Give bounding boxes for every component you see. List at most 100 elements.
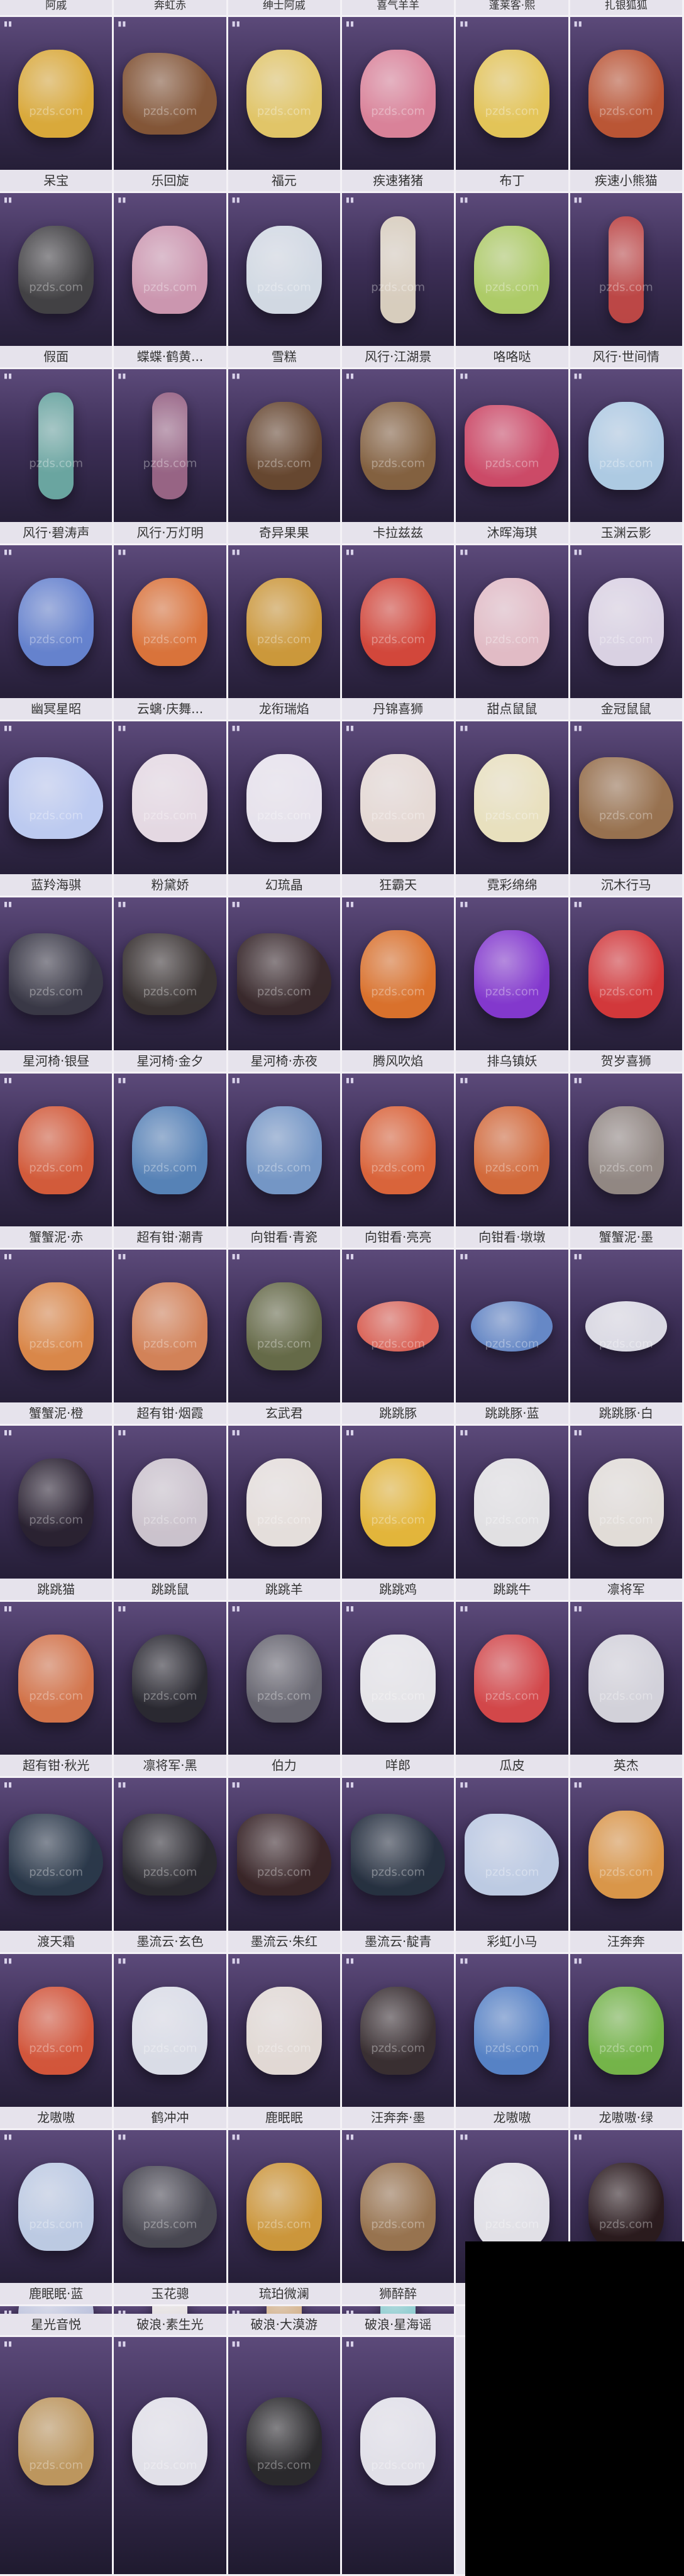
pink-butterfly-icon — [132, 225, 208, 314]
item-card[interactable]: ▮▮ pzds.com 星河椅·赤夜 — [228, 897, 342, 1074]
item-card[interactable]: ▮▮pzds.com破浪·星海谣 — [341, 2306, 456, 2337]
item-card[interactable]: ▮▮ pzds.com 英杰 — [570, 1602, 684, 1778]
item-card[interactable]: ▮▮ pzds.com 跳跳鸡 — [341, 1426, 456, 1602]
top-item-card[interactable]: 绅士阿戚 — [228, 0, 342, 17]
item-card[interactable]: ▮▮ pzds.com 超有钳·秋光 — [0, 1602, 114, 1778]
item-card[interactable]: ▮▮ pzds.com 霓彩绵绵 — [456, 721, 570, 897]
item-card[interactable]: ▮▮ pzds.com 狮醉醉 — [341, 2130, 456, 2306]
watermark-text: pzds.com — [598, 633, 653, 647]
item-card[interactable]: ▮▮ pzds.com 玉花骢 — [114, 2130, 228, 2306]
rarity-mark-icon: ▮▮ — [4, 1428, 13, 1436]
item-card[interactable]: ▮▮ pzds.com 玉渊云影 — [570, 369, 684, 545]
item-card[interactable]: ▮▮ pzds.com 丹锦喜狮 — [341, 545, 456, 721]
item-card[interactable]: ▮▮ pzds.com 贺岁喜狮 — [570, 897, 684, 1074]
item-card[interactable]: ▮▮ pzds.com 沐晖海琪 — [456, 369, 570, 545]
item-card[interactable]: ▮▮ pzds.com 鹿眠眠·蓝 — [0, 2130, 114, 2306]
item-card[interactable]: ▮▮ pzds.com 疾速小熊猫 — [570, 17, 684, 193]
top-item-card[interactable]: 喜气羊羊 — [341, 0, 456, 17]
item-card[interactable]: ▮▮pzds.com破浪·素生光 — [114, 2306, 228, 2337]
item-name-label: 阿戚 — [0, 0, 113, 15]
item-card[interactable]: ▮▮ pzds.com 鹤冲冲 — [114, 1954, 228, 2130]
top-item-card[interactable]: 阿戚 — [0, 0, 114, 17]
item-card[interactable]: ▮▮ pzds.com 乐回旋 — [114, 17, 228, 193]
item-card[interactable]: ▮▮ pzds.com 墨流云·靛青 — [341, 1778, 456, 1954]
item-card[interactable]: ▮▮ pzds.com 凛将军·黑 — [114, 1602, 228, 1778]
item-card[interactable]: ▮▮ pzds.com 琉珀微澜 — [228, 2130, 342, 2306]
item-card[interactable]: ▮▮ pzds.com 呆宝 — [0, 17, 114, 193]
item-card[interactable]: ▮▮ pzds.com 伯力 — [228, 1602, 342, 1778]
item-card[interactable]: ▮▮ pzds.com 幽冥星昭 — [0, 545, 114, 721]
item-card[interactable]: ▮▮ pzds.com 鹿眠眠 — [228, 1954, 342, 2130]
item-card[interactable]: ▮▮ pzds.com 蟹蟹泥·赤 — [0, 1074, 114, 1250]
item-card[interactable]: ▮▮ pzds.com 彩虹小马 — [456, 1778, 570, 1954]
item-card[interactable]: ▮▮ pzds.com 奇异果果 — [228, 369, 342, 545]
item-card[interactable]: ▮▮ pzds.com 风行·世间情 — [570, 193, 684, 369]
item-card[interactable]: ▮▮ pzds.com 龙嗷嗷·绿 — [570, 1954, 684, 2130]
item-card[interactable]: ▮▮ pzds.com 汪奔奔 — [570, 1778, 684, 1954]
item-card[interactable]: ▮▮ pzds.com 风行·万灯明 — [114, 369, 228, 545]
top-item-card[interactable]: 蓬莱客·熙 — [456, 0, 570, 17]
item-card[interactable]: ▮▮ pzds.com 假面 — [0, 193, 114, 369]
item-card[interactable]: ▮▮ pzds.com 疾速猪猪 — [341, 17, 456, 193]
item-card[interactable]: ▮▮ pzds.com 渡天霜 — [0, 1778, 114, 1954]
item-card[interactable]: ▮▮ pzds.com — [228, 2337, 342, 2576]
item-card[interactable]: ▮▮ pzds.com 星河椅·银昼 — [0, 897, 114, 1074]
item-card[interactable]: ▮▮ pzds.com 玄武君 — [228, 1250, 342, 1426]
item-card[interactable]: ▮▮ pzds.com 金冠鼠鼠 — [570, 545, 684, 721]
item-card[interactable]: ▮▮ pzds.com — [341, 2337, 456, 2576]
item-card[interactable]: ▮▮ pzds.com 雪糕 — [228, 193, 342, 369]
item-card[interactable]: ▮▮ pzds.com 咯咯哒 — [456, 193, 570, 369]
item-card[interactable]: ▮▮ pzds.com 墨流云·玄色 — [114, 1778, 228, 1954]
item-card[interactable]: ▮▮ pzds.com 狂霸天 — [341, 721, 456, 897]
top-item-card[interactable]: 奔虹赤 — [114, 0, 228, 17]
item-card[interactable]: ▮▮ pzds.com 向钳看·墩墩 — [456, 1074, 570, 1250]
item-card[interactable]: ▮▮ pzds.com 咩郎 — [341, 1602, 456, 1778]
item-card[interactable]: ▮▮ pzds.com 甜点鼠鼠 — [456, 545, 570, 721]
item-card[interactable]: ▮▮ pzds.com 蟹蟹泥·橙 — [0, 1250, 114, 1426]
item-card[interactable]: ▮▮ pzds.com 瓜皮 — [456, 1602, 570, 1778]
item-card[interactable]: ▮▮ pzds.com 龙嗷嗷 — [0, 1954, 114, 2130]
crab-icon — [360, 1106, 436, 1194]
item-card[interactable]: ▮▮ pzds.com 超有钳·烟霞 — [114, 1250, 228, 1426]
item-card[interactable]: ▮▮ pzds.com 跳跳牛 — [456, 1426, 570, 1602]
item-card[interactable]: ▮▮pzds.com破浪·大漠游 — [228, 2306, 342, 2337]
item-card[interactable]: ▮▮ pzds.com 卡拉兹兹 — [341, 369, 456, 545]
item-card[interactable]: ▮▮ pzds.com 星河椅·金夕 — [114, 897, 228, 1074]
item-card[interactable]: ▮▮ pzds.com 龙衔瑞焰 — [228, 545, 342, 721]
item-card[interactable]: ▮▮ pzds.com 粉黛娇 — [114, 721, 228, 897]
item-card[interactable]: ▮▮ pzds.com 墨流云·朱红 — [228, 1778, 342, 1954]
item-card[interactable]: ▮▮ pzds.com 跳跳豚·白 — [570, 1250, 684, 1426]
item-card[interactable]: ▮▮ pzds.com 蓝羚海骐 — [0, 721, 114, 897]
item-card[interactable]: ▮▮ pzds.com 向钳看·亮亮 — [341, 1074, 456, 1250]
item-card[interactable]: ▮▮ pzds.com 福元 — [228, 17, 342, 193]
item-card[interactable]: ▮▮ pzds.com 凛将军 — [570, 1426, 684, 1602]
item-card[interactable]: ▮▮ pzds.com 跳跳鼠 — [114, 1426, 228, 1602]
black-horse-icon — [236, 933, 331, 1015]
item-card[interactable]: ▮▮ pzds.com 龙嗷嗷 — [456, 1954, 570, 2130]
item-card[interactable]: ▮▮ pzds.com 风行·江湖景 — [341, 193, 456, 369]
item-card[interactable]: ▮▮ pzds.com 布丁 — [456, 17, 570, 193]
item-card[interactable]: ▮▮ pzds.com 跳跳羊 — [228, 1426, 342, 1602]
item-card[interactable]: ▮▮ pzds.com 超有钳·潮青 — [114, 1074, 228, 1250]
item-card[interactable]: ▮▮ pzds.com 云螭·庆舞... — [114, 545, 228, 721]
item-card[interactable]: ▮▮pzds.com星光音悦 — [0, 2306, 114, 2337]
item-card[interactable]: ▮▮ pzds.com 排乌镇妖 — [456, 897, 570, 1074]
item-card[interactable]: ▮▮ pzds.com 腾风吹焰 — [341, 897, 456, 1074]
rarity-mark-icon: ▮▮ — [118, 1252, 127, 1260]
watermark-text: pzds.com — [29, 104, 84, 118]
item-card[interactable]: ▮▮ pzds.com 幻琉晶 — [228, 721, 342, 897]
item-name-label: 跳跳羊 — [228, 1579, 340, 1600]
item-card[interactable]: ▮▮ pzds.com 风行·碧涛声 — [0, 369, 114, 545]
item-card[interactable]: ▮▮ pzds.com 蝶蝶·鹤黄... — [114, 193, 228, 369]
item-card[interactable]: ▮▮ pzds.com 汪奔奔·墨 — [341, 1954, 456, 2130]
item-card[interactable]: ▮▮ pzds.com — [114, 2337, 228, 2576]
item-card[interactable]: ▮▮ pzds.com 跳跳猫 — [0, 1426, 114, 1602]
item-card[interactable]: ▮▮ pzds.com 跳跳豚 — [341, 1250, 456, 1426]
top-item-card[interactable]: 扎银狐狐 — [570, 0, 684, 17]
item-card[interactable]: ▮▮ pzds.com — [0, 2337, 114, 2576]
item-card[interactable]: ▮▮ pzds.com 蟹蟹泥·墨 — [570, 1074, 684, 1250]
item-card[interactable]: ▮▮ pzds.com 沉木行马 — [570, 721, 684, 897]
item-card[interactable]: ▮▮ pzds.com 跳跳豚·蓝 — [456, 1250, 570, 1426]
item-name-label: 凛将军 — [570, 1579, 682, 1600]
item-card[interactable]: ▮▮ pzds.com 向钳看·青瓷 — [228, 1074, 342, 1250]
